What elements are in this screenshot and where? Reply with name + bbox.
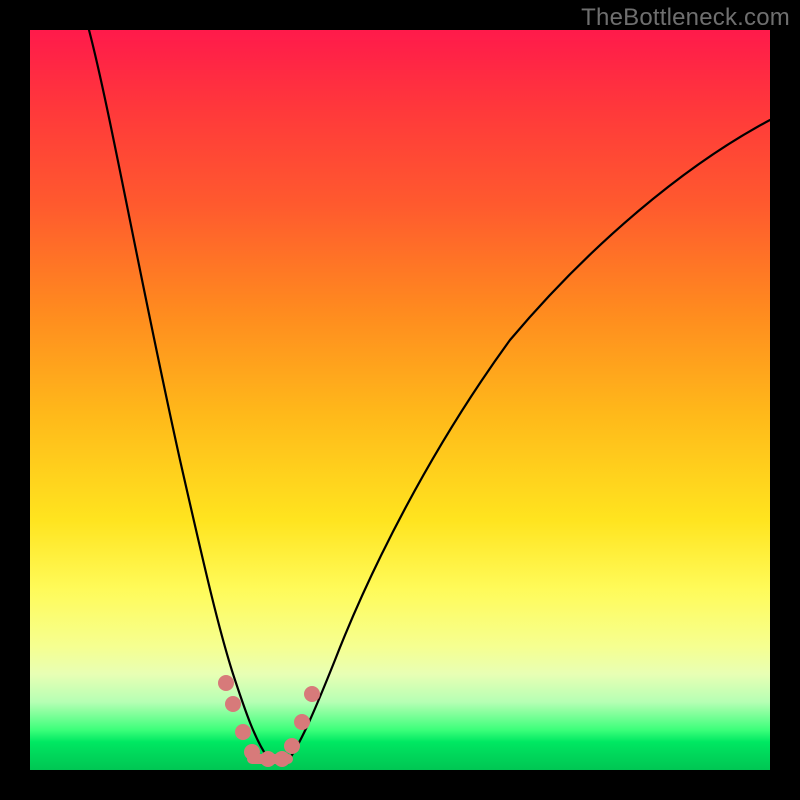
marker-dot <box>244 744 260 760</box>
bottleneck-curve <box>89 30 770 758</box>
marker-dot <box>304 686 320 702</box>
watermark-text: TheBottleneck.com <box>581 4 790 32</box>
marker-dot <box>235 724 251 740</box>
marker-dot <box>218 675 234 691</box>
marker-dot <box>274 751 290 767</box>
chart-stage: TheBottleneck.com <box>0 0 800 800</box>
marker-dot <box>294 714 310 730</box>
plot-area <box>30 30 770 770</box>
marker-dot <box>284 738 300 754</box>
marker-dot <box>260 751 276 767</box>
marker-dot <box>225 696 241 712</box>
curve-svg <box>30 30 770 770</box>
